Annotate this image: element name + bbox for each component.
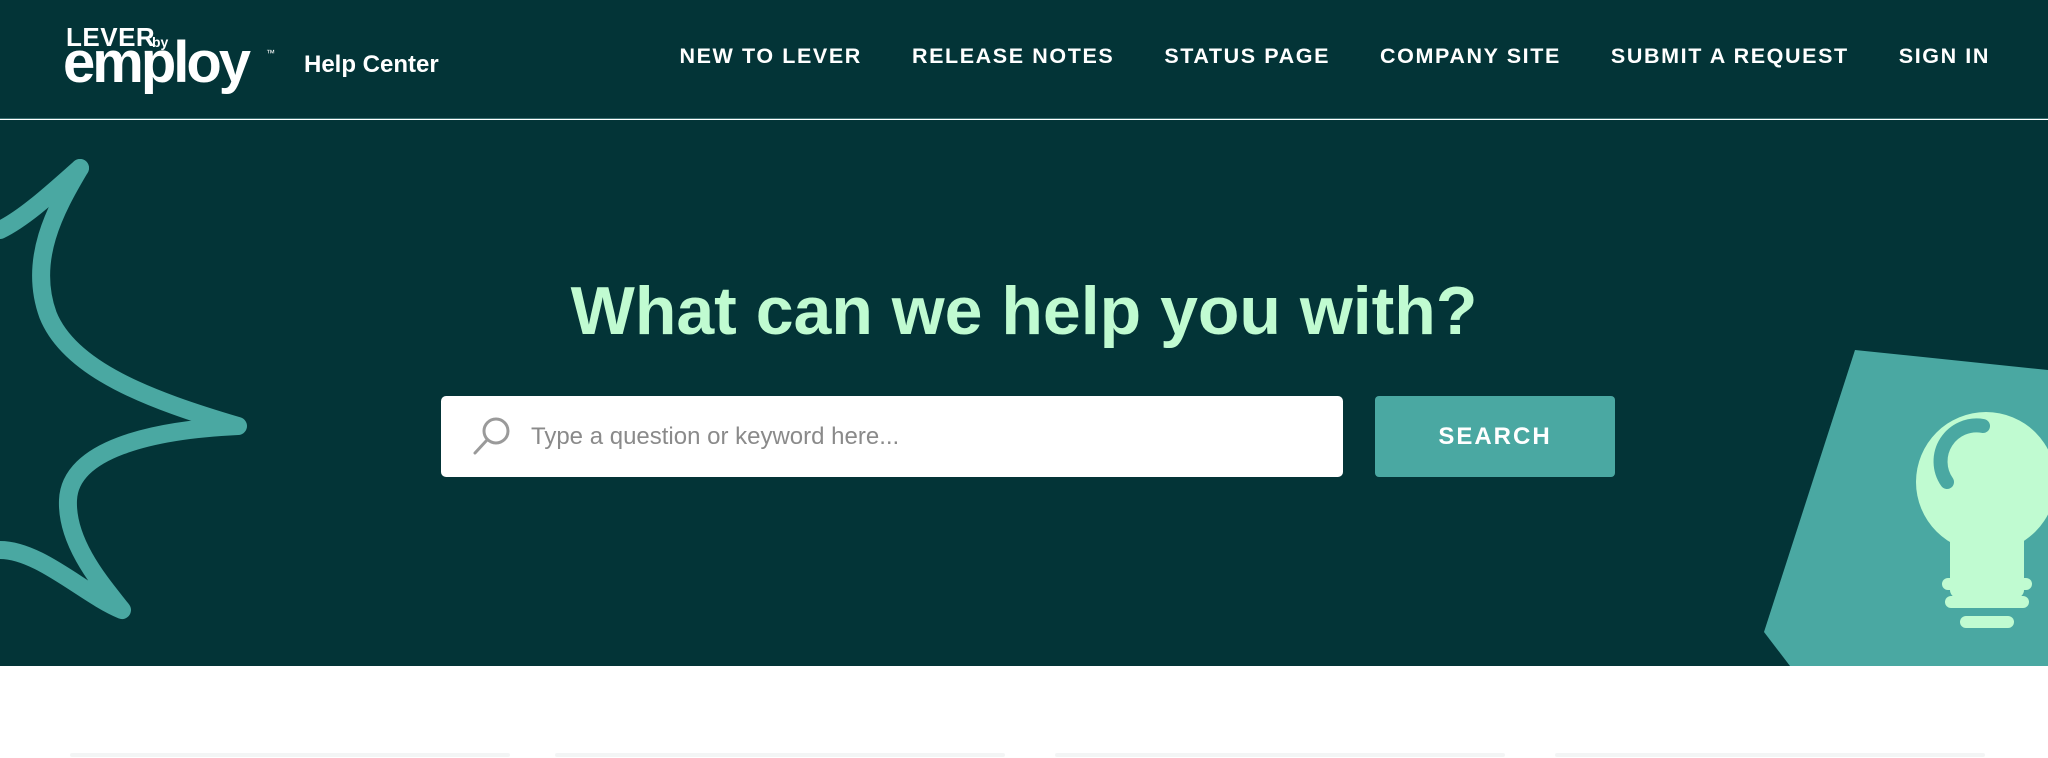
starburst-decoration xyxy=(0,159,247,619)
top-nav: NEW TO LEVER RELEASE NOTES STATUS PAGE C… xyxy=(679,44,1990,69)
hero-heading: What can we help you with? xyxy=(570,273,1478,349)
nav-submit-request[interactable]: SUBMIT A REQUEST xyxy=(1611,44,1849,69)
lever-by-employ-logo[interactable]: LEVER by employ ™ xyxy=(63,22,276,96)
content-card-edge xyxy=(70,753,510,757)
help-center-label[interactable]: Help Center xyxy=(304,51,439,79)
content-preview-strip xyxy=(0,753,2048,758)
hero-banner: What can we help you with? SEARCH xyxy=(0,120,2048,666)
site-header: LEVER by employ ™ Help Center NEW TO LEV… xyxy=(0,0,2048,119)
logo-trademark: ™ xyxy=(266,48,275,58)
search-input[interactable] xyxy=(531,396,1321,477)
nav-release-notes[interactable]: RELEASE NOTES xyxy=(912,44,1114,69)
content-card-edge xyxy=(1055,753,1505,757)
content-card-edge xyxy=(555,753,1005,757)
logo-wordmark-employ: employ xyxy=(63,30,251,95)
search-box[interactable] xyxy=(441,396,1343,477)
nav-sign-in[interactable]: SIGN IN xyxy=(1899,44,1990,69)
nav-company-site[interactable]: COMPANY SITE xyxy=(1380,44,1561,69)
nav-new-to-lever[interactable]: NEW TO LEVER xyxy=(679,44,861,69)
nav-status-page[interactable]: STATUS PAGE xyxy=(1164,44,1330,69)
search-icon xyxy=(473,417,510,455)
hero-decorations xyxy=(0,159,2048,666)
content-card-edge xyxy=(1555,753,1985,757)
search-button[interactable]: SEARCH xyxy=(1375,396,1615,477)
